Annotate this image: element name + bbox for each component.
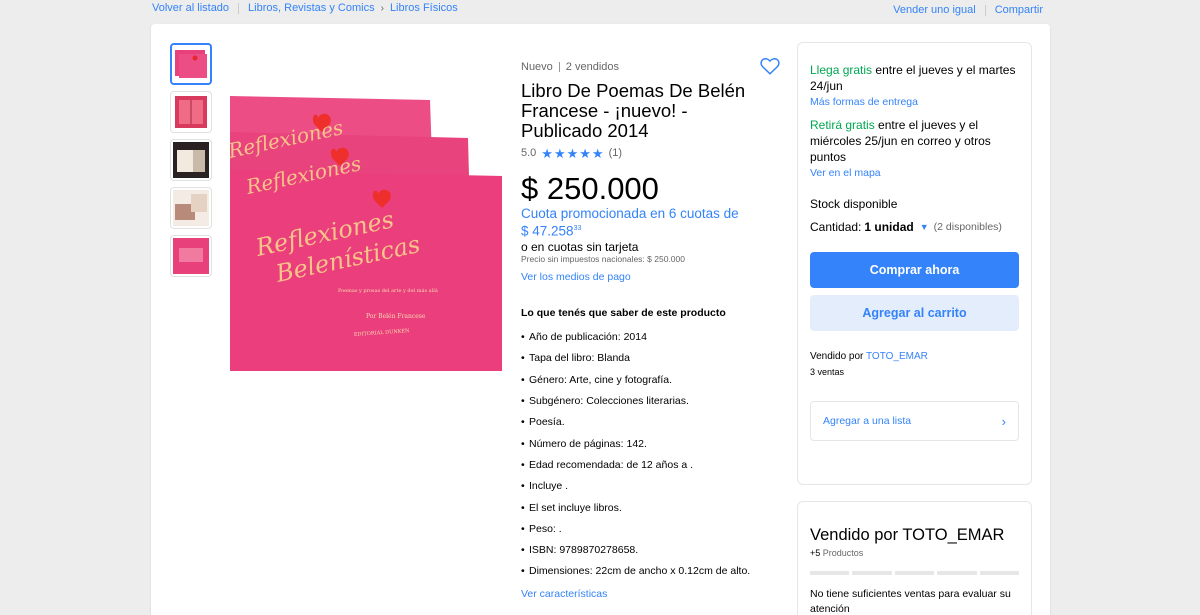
reputation-thermometer bbox=[810, 571, 1020, 575]
seller-products-label: Productos bbox=[822, 548, 864, 558]
feature-item: Subgénero: Colecciones literarias. bbox=[521, 390, 751, 411]
quantity-label: Cantidad: bbox=[810, 220, 862, 234]
divider bbox=[238, 2, 240, 14]
star-icon: ★ bbox=[566, 145, 579, 161]
free-shipping-label: Llega gratis bbox=[810, 63, 873, 77]
thermometer-segment bbox=[852, 571, 892, 575]
feature-item: Género: Arte, cine y fotografía. bbox=[521, 369, 751, 390]
chevron-down-icon: ▼ bbox=[919, 222, 929, 232]
thermometer-segment bbox=[894, 571, 935, 575]
divider bbox=[558, 62, 560, 72]
feature-item: Número de páginas: 142. bbox=[521, 433, 751, 454]
feature-item: Peso: . bbox=[521, 518, 751, 539]
feature-item: Año de publicación: 2014 bbox=[521, 327, 751, 348]
condition-line: Nuevo 2 vendidos bbox=[521, 60, 751, 74]
seller-reputation-note: No tiene suficientes ventas para evaluar… bbox=[810, 588, 1011, 615]
more-delivery-options-link[interactable]: Más formas de entrega bbox=[810, 96, 1019, 108]
promo-text: Cuota promocionada en 6 cuotas de bbox=[521, 206, 739, 221]
view-characteristics-link[interactable]: Ver características bbox=[521, 588, 751, 600]
thumbnail-3[interactable] bbox=[170, 139, 212, 181]
sell-same-link[interactable]: Vender uno igual bbox=[893, 4, 976, 16]
chevron-right-icon: › bbox=[1001, 413, 1006, 429]
product-info: Nuevo 2 vendidos Libro De Poemas De Belé… bbox=[521, 58, 780, 600]
book-open-thumbnail-image bbox=[175, 96, 207, 128]
cover-author-text: Por Belén Francese bbox=[366, 313, 426, 320]
condition-label: Nuevo bbox=[521, 61, 553, 73]
promo-installments: Cuota promocionada en 6 cuotas de $ 47.2… bbox=[521, 206, 746, 239]
sold-by-line: Vendido por TOTO_EMAR bbox=[810, 351, 1019, 362]
favorite-heart-icon[interactable] bbox=[759, 55, 781, 77]
no-card-installments: o en cuotas sin tarjeta bbox=[521, 239, 639, 254]
price-without-taxes: Precio sin impuestos nacionales: $ 250.0… bbox=[521, 253, 685, 264]
book-inside-thumbnail-image bbox=[173, 190, 209, 226]
thermometer-segment bbox=[937, 571, 977, 575]
top-actions: Vender uno igual Compartir bbox=[893, 4, 1043, 16]
seller-box-title: Vendido por TOTO_EMAR bbox=[810, 526, 1005, 544]
add-to-cart-button[interactable]: Agregar al carrito bbox=[810, 295, 1019, 331]
book-thumbnail-image bbox=[175, 50, 207, 78]
feature-item: Poesía. bbox=[521, 412, 751, 433]
seller-info-box: Vendido por TOTO_EMAR +5 Productos No ti… bbox=[797, 501, 1032, 615]
thermometer-segment bbox=[810, 571, 850, 575]
feature-item: Dimensiones: 22cm de ancho x 0.12cm de a… bbox=[521, 561, 751, 582]
breadcrumb-category[interactable]: Libros, Revistas y Comics bbox=[248, 2, 375, 14]
rating-score: 5.0 bbox=[521, 147, 537, 159]
sold-by-label: Vendido por bbox=[810, 351, 864, 362]
thumbnail-5[interactable] bbox=[170, 235, 212, 277]
share-link[interactable]: Compartir bbox=[995, 4, 1043, 16]
rating-summary[interactable]: 5.0 ★ ★ ★ ★ ★ (1) bbox=[521, 146, 751, 160]
buy-box: Llega gratis entre el jueves y el martes… bbox=[797, 42, 1032, 485]
book-back-thumbnail-image bbox=[173, 238, 209, 274]
feature-item: Incluye . bbox=[521, 476, 751, 497]
chevron-right-icon: › bbox=[380, 2, 384, 14]
seller-sales: 3 ventas bbox=[810, 367, 845, 377]
free-pickup-label: Retirá gratis bbox=[810, 118, 875, 132]
view-map-link[interactable]: Ver en el mapa bbox=[810, 167, 1019, 179]
top-navigation: Volver al listado Libros, Revistas y Com… bbox=[0, 0, 1200, 22]
quantity-value: 1 unidad bbox=[864, 220, 914, 234]
payment-methods-link[interactable]: Ver los medios de pago bbox=[521, 271, 751, 283]
sold-count: 2 vendidos bbox=[565, 61, 620, 73]
pickup-info: Retirá gratis entre el jueves y el miérc… bbox=[810, 117, 1019, 165]
cover-tagline-text: Poemas y prosas del arte y del más allá bbox=[338, 287, 438, 294]
available-count: (2 disponibles) bbox=[933, 221, 1002, 233]
star-icon: ★ bbox=[553, 145, 566, 161]
buy-now-button[interactable]: Comprar ahora bbox=[810, 252, 1019, 288]
seller-link[interactable]: TOTO_EMAR bbox=[866, 351, 928, 362]
product-card: Reflexiones Reflexiones Reflexiones Bele… bbox=[151, 24, 1050, 615]
stock-status: Stock disponible bbox=[810, 197, 898, 211]
rating-count: (1) bbox=[608, 147, 623, 159]
breadcrumb-subcategory[interactable]: Libros Físicos bbox=[390, 2, 458, 14]
seller-products: +5 Productos bbox=[810, 548, 1019, 558]
back-to-listing-link[interactable]: Volver al listado bbox=[152, 2, 229, 14]
divider bbox=[984, 4, 986, 16]
price: $ 250.000 bbox=[521, 171, 659, 206]
features-title: Lo que tenés que saber de este producto bbox=[521, 306, 726, 319]
quantity-selector[interactable]: Cantidad: 1 unidad ▼ (2 disponibles) bbox=[810, 220, 1019, 234]
star-icon: ★ bbox=[579, 145, 591, 161]
thumbnail-2[interactable] bbox=[170, 91, 212, 133]
rating-stars: ★ ★ ★ ★ ★ bbox=[541, 147, 603, 160]
feature-item: Tapa del libro: Blanda bbox=[521, 348, 751, 369]
add-to-list-label: Agregar a una lista bbox=[823, 415, 912, 427]
promo-amount: $ 47.258 bbox=[521, 223, 574, 239]
seller-products-count: +5 bbox=[810, 548, 821, 558]
thumbnail-4[interactable] bbox=[170, 187, 212, 229]
breadcrumb: Volver al listado Libros, Revistas y Com… bbox=[152, 2, 458, 14]
feature-item: Edad recomendada: de 12 años a . bbox=[521, 454, 751, 475]
star-icon: ★ bbox=[591, 145, 604, 161]
thumbnail-1[interactable] bbox=[170, 43, 212, 85]
add-to-list-button[interactable]: Agregar a una lista › bbox=[810, 401, 1019, 441]
features-list: Año de publicación: 2014 Tapa del libro:… bbox=[521, 327, 751, 583]
promo-cents: 33 bbox=[573, 225, 582, 232]
feature-item: El set incluye libros. bbox=[521, 497, 751, 518]
shipping-info: Llega gratis entre el jueves y el martes… bbox=[810, 62, 1019, 94]
product-main-image[interactable]: Reflexiones Reflexiones Reflexiones Bele… bbox=[230, 96, 502, 371]
star-icon: ★ bbox=[541, 145, 553, 161]
product-title: Libro De Poemas De Belén Francese - ¡nue… bbox=[521, 80, 746, 141]
thumbnail-gallery bbox=[170, 43, 212, 283]
book-page-thumbnail-image bbox=[173, 142, 209, 178]
feature-item: ISBN: 9789870278658. bbox=[521, 539, 751, 560]
thermometer-segment bbox=[979, 571, 1020, 575]
